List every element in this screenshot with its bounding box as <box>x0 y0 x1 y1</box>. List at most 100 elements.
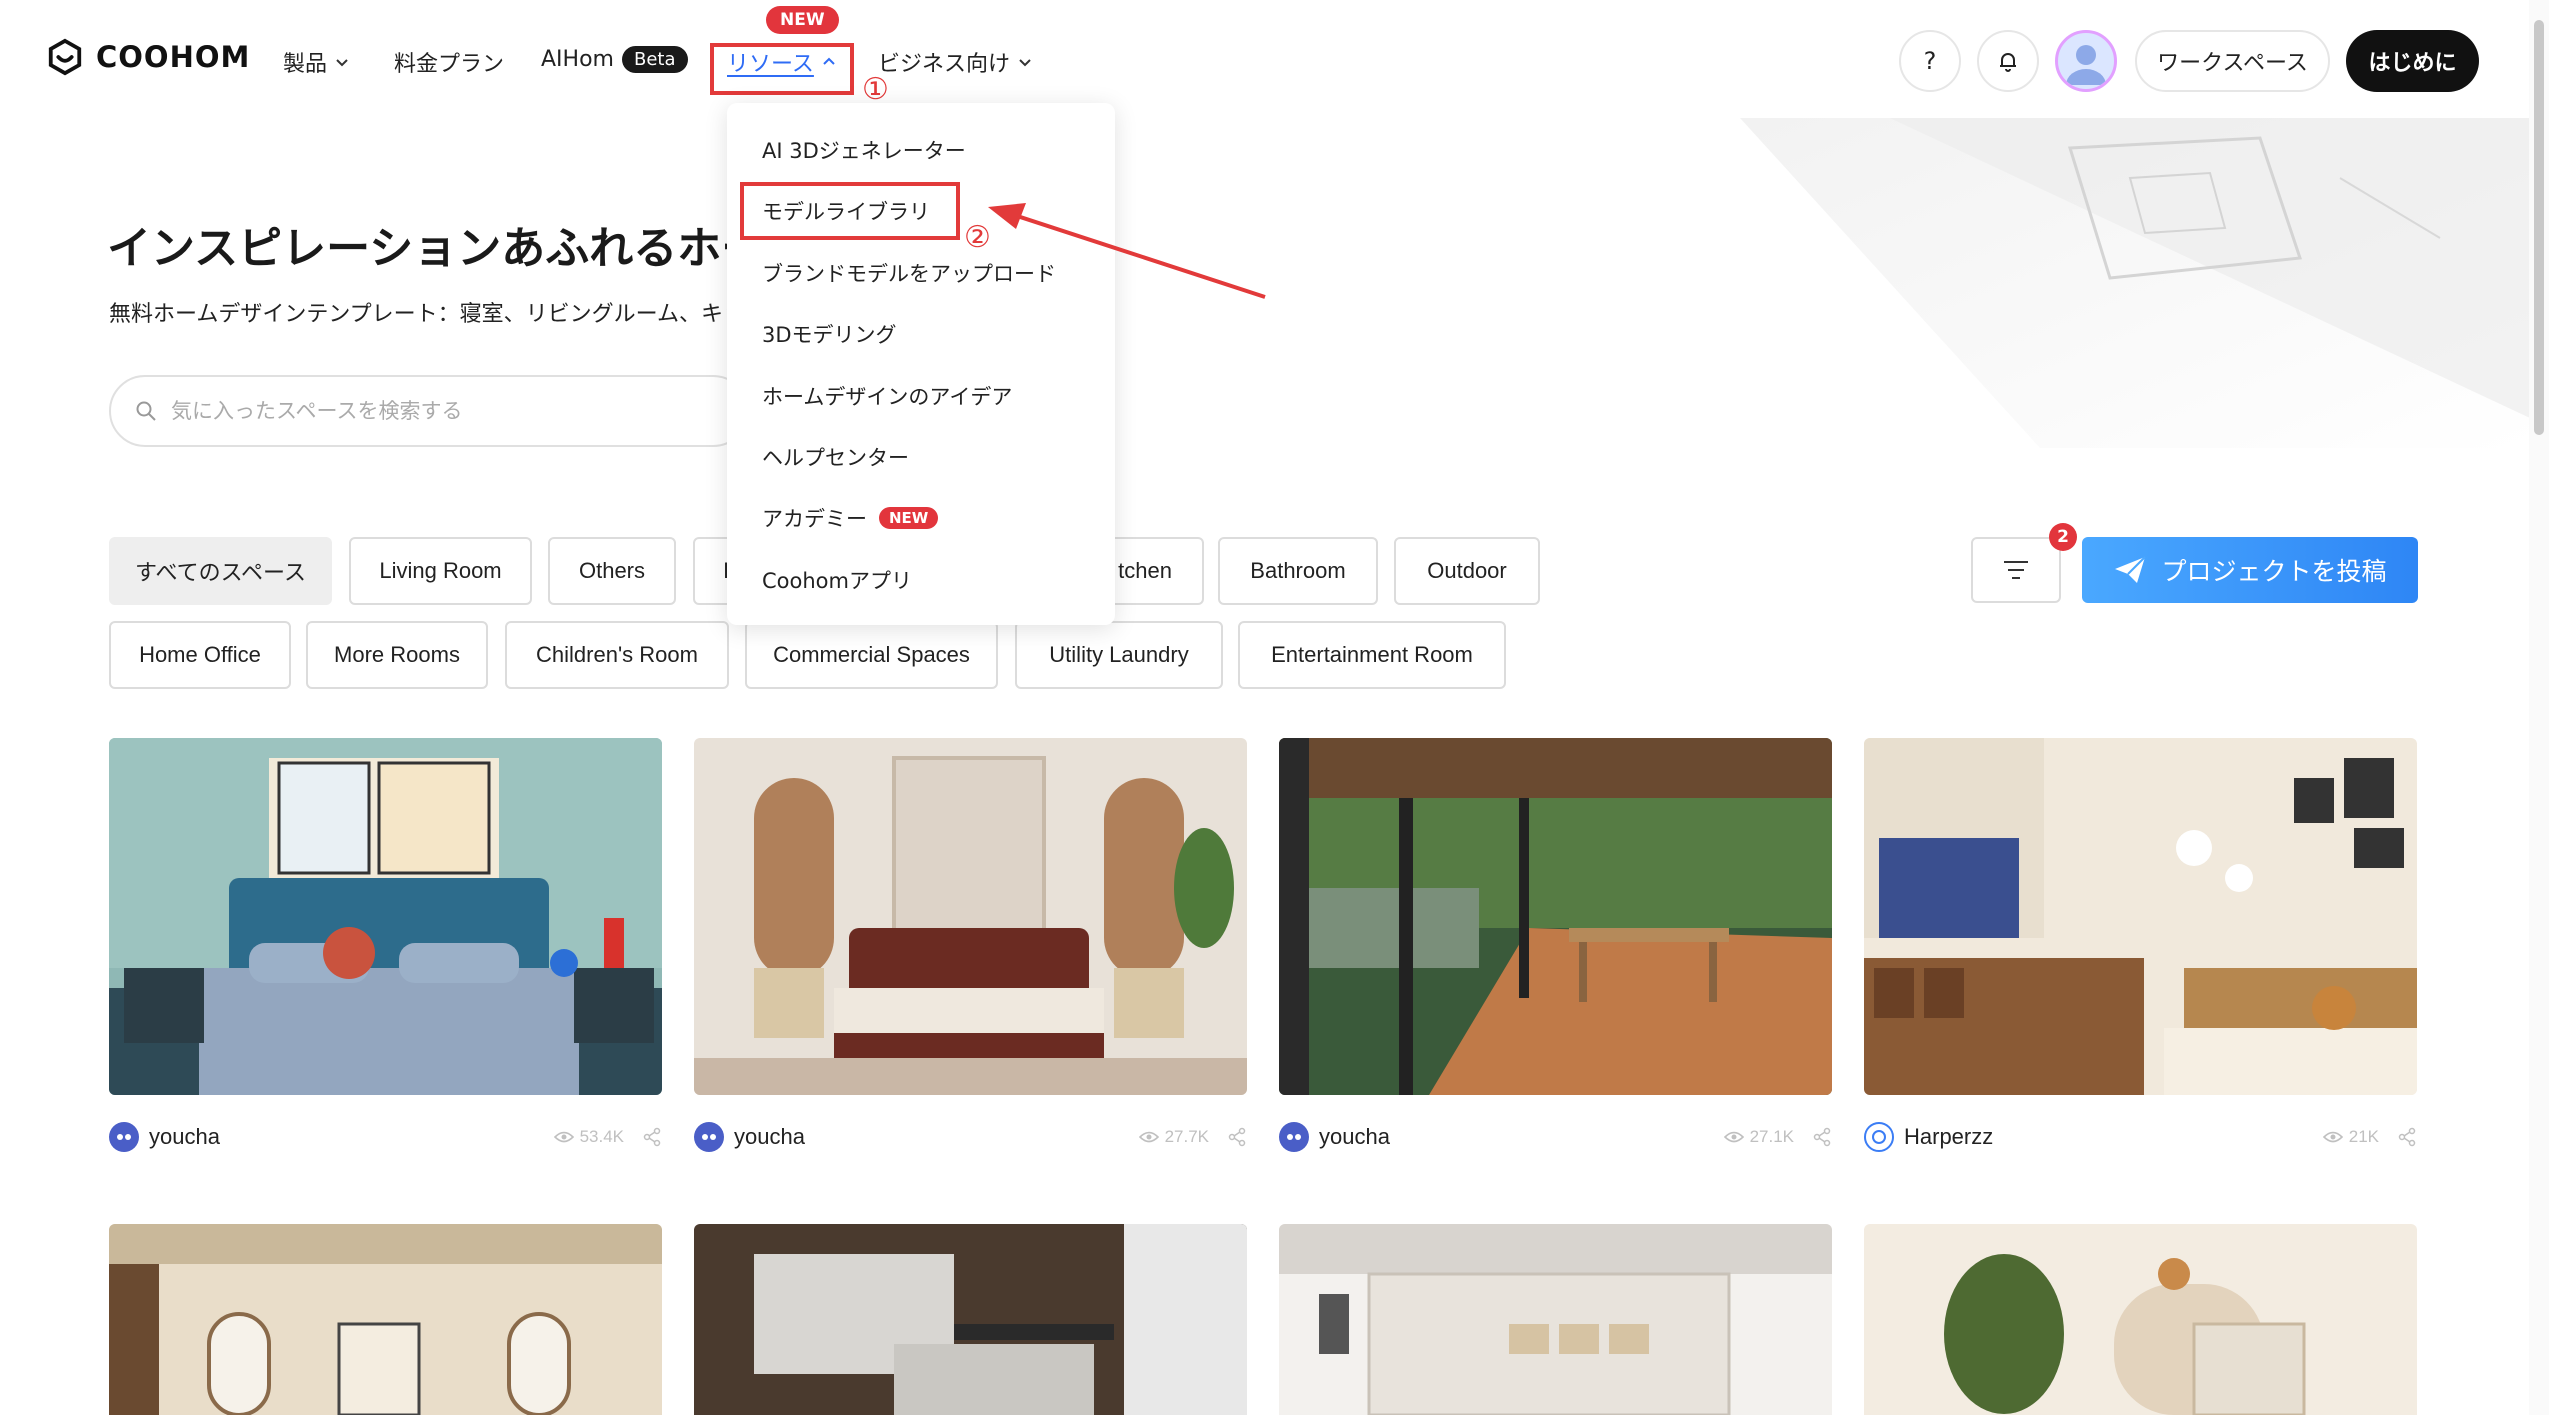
nav-aihom[interactable]: AIHom Beta <box>541 46 688 73</box>
filter-count-badge: 2 <box>2049 523 2077 551</box>
nav-business-label: ビジネス向け <box>878 52 1011 77</box>
project-thumbnail[interactable] <box>694 1224 1247 1415</box>
view-count: 53.4K <box>553 1127 624 1147</box>
bedroom-image <box>109 738 662 1095</box>
author-name: Harperzz <box>1904 1124 1994 1149</box>
help-button[interactable]: ? <box>1899 30 1961 92</box>
nav-business[interactable]: ビジネス向け <box>878 46 1032 78</box>
menu-item-home-design-ideas[interactable]: ホームデザインのアイデア <box>762 381 1012 411</box>
scrollbar-thumb[interactable] <box>2534 20 2544 435</box>
chip-home-office[interactable]: Home Office <box>109 621 291 689</box>
nav-products-label: 製品 <box>283 52 328 77</box>
view-count: 21K <box>2322 1127 2379 1147</box>
menu-item-help-center[interactable]: ヘルプセンター <box>762 442 909 472</box>
menu-item-coohom-app[interactable]: Coohomアプリ <box>762 565 912 595</box>
post-project-button[interactable]: プロジェクトを投稿 <box>2082 537 2418 603</box>
kitchen-image <box>694 1224 1247 1415</box>
author-avatar <box>109 1122 139 1152</box>
chip-commercial-spaces[interactable]: Commercial Spaces <box>745 621 998 689</box>
post-project-label: プロジェクトを投稿 <box>2161 557 2387 586</box>
project-thumbnail[interactable] <box>1864 1224 2417 1415</box>
project-thumbnail[interactable] <box>1279 1224 1832 1415</box>
coohom-logo[interactable]: COOHOM <box>46 38 250 76</box>
chip-bathroom[interactable]: Bathroom <box>1218 537 1378 605</box>
project-thumbnail[interactable] <box>1279 738 1832 1095</box>
card-stats: 53.4K <box>553 1127 662 1147</box>
menu-item-academy[interactable]: アカデミー NEW <box>762 503 939 533</box>
share-icon[interactable] <box>1812 1127 1832 1147</box>
view-count: 27.7K <box>1138 1127 1209 1147</box>
search-input[interactable] <box>169 398 669 424</box>
page-subtitle: 無料ホームデザインテンプレート：寝室、リビングルーム、キッチン <box>109 302 729 327</box>
menu-item-academy-label: アカデミー <box>762 507 867 531</box>
nav-pricing[interactable]: 料金プラン <box>394 46 504 78</box>
chevron-down-icon <box>1019 59 1031 67</box>
nav-products[interactable]: 製品 <box>283 46 349 78</box>
outdoor-patio-image <box>1279 738 1832 1095</box>
chip-others[interactable]: Others <box>548 537 676 605</box>
eye-icon <box>1138 1131 1159 1143</box>
card-stats: 27.1K <box>1723 1127 1832 1147</box>
card-stats: 27.7K <box>1138 1127 1247 1147</box>
view-count-value: 27.1K <box>1749 1127 1794 1146</box>
menu-item-3d-modeling[interactable]: 3Dモデリング <box>762 319 897 349</box>
hero-floorplan-illustration <box>1740 118 2530 448</box>
share-icon[interactable] <box>642 1127 662 1147</box>
card-meta: Harperzz 21K <box>1864 1117 2417 1157</box>
nav-resources-label: リソース <box>727 52 814 77</box>
author-name: youcha <box>149 1124 220 1149</box>
beta-badge: Beta <box>621 46 688 73</box>
help-icon: ? <box>1923 47 1937 75</box>
author[interactable]: youcha <box>1279 1122 1390 1152</box>
author-avatar <box>1279 1122 1309 1152</box>
view-count-value: 21K <box>2348 1127 2379 1146</box>
filter-lines-icon <box>2004 561 2028 579</box>
search-icon <box>136 401 156 421</box>
notifications-button[interactable] <box>1977 30 2039 92</box>
card-meta: youcha 53.4K <box>109 1117 662 1157</box>
author[interactable]: youcha <box>109 1122 220 1152</box>
get-started-button[interactable]: はじめに <box>2346 30 2479 92</box>
chip-outdoor[interactable]: Outdoor <box>1394 537 1540 605</box>
share-icon[interactable] <box>2397 1127 2417 1147</box>
eye-icon <box>553 1131 574 1143</box>
chip-more-rooms[interactable]: More Rooms <box>306 621 488 689</box>
chip-utility-laundry[interactable]: Utility Laundry <box>1015 621 1223 689</box>
filter-button[interactable] <box>1971 537 2061 603</box>
nav-aihom-label: AIHom <box>541 47 614 72</box>
card-meta: youcha 27.7K <box>694 1117 1247 1157</box>
new-badge: NEW <box>879 507 939 529</box>
author-name: youcha <box>734 1124 805 1149</box>
nav-resources[interactable]: リソース <box>727 46 836 78</box>
author-name: youcha <box>1319 1124 1390 1149</box>
eye-icon <box>2322 1131 2343 1143</box>
chip-entertainment-room[interactable]: Entertainment Room <box>1238 621 1506 689</box>
author[interactable]: youcha <box>694 1122 805 1152</box>
menu-item-ai-3d-generator[interactable]: AI 3Dジェネレーター <box>762 135 966 165</box>
workspace-button[interactable]: ワークスペース <box>2135 30 2330 92</box>
author[interactable]: Harperzz <box>1864 1122 1993 1152</box>
chevron-down-icon <box>336 59 348 67</box>
chip-all-spaces[interactable]: すべてのスペース <box>109 537 332 605</box>
user-avatar[interactable] <box>2055 30 2117 92</box>
view-count-value: 53.4K <box>579 1127 624 1146</box>
chip-childrens-room[interactable]: Children's Room <box>505 621 729 689</box>
search-bar[interactable] <box>109 375 749 447</box>
chevron-up-icon <box>823 57 835 65</box>
closet-image <box>1279 1224 1832 1415</box>
bedroom-image <box>694 738 1247 1095</box>
robot-face-icon <box>702 1134 716 1140</box>
user-avatar-icon <box>2066 45 2106 85</box>
bell-icon <box>2000 53 2016 72</box>
project-thumbnail[interactable] <box>109 1224 662 1415</box>
project-thumbnail[interactable] <box>109 738 662 1095</box>
highlight-box-model-library <box>740 182 960 240</box>
project-thumbnail[interactable] <box>1864 738 2417 1095</box>
view-count: 27.1K <box>1723 1127 1794 1147</box>
brand-name: COOHOM <box>96 40 251 74</box>
robot-face-icon <box>117 1134 131 1140</box>
share-icon[interactable] <box>1227 1127 1247 1147</box>
card-meta: youcha 27.1K <box>1279 1117 1832 1157</box>
project-thumbnail[interactable] <box>694 738 1247 1095</box>
chip-living-room[interactable]: Living Room <box>349 537 532 605</box>
